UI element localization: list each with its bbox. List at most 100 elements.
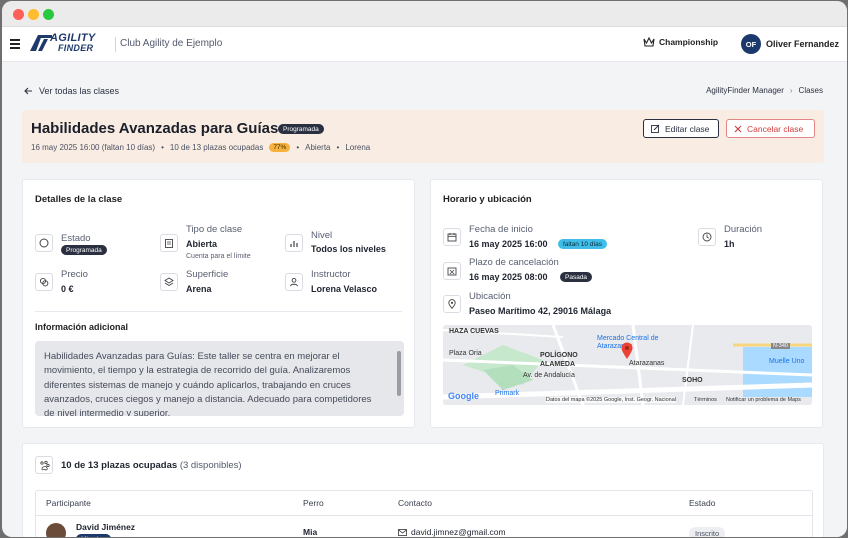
- class-venue: Lorena: [345, 143, 371, 152]
- edit-label: Editar clase: [665, 123, 710, 134]
- map-label-muelle: Muelle Uno: [769, 358, 805, 365]
- clipboard-icon: [160, 234, 178, 252]
- participant-name[interactable]: David Jiménez: [76, 522, 135, 532]
- browser-window: AGILITY FINDER Club Agility de Ejemplo C…: [2, 1, 847, 537]
- class-details-card: Detalles de la clase Estado Programada T…: [22, 179, 415, 428]
- divider: [35, 311, 402, 312]
- breadcrumb-manager[interactable]: AgilityFinder Manager: [706, 86, 784, 95]
- championship-link[interactable]: Championship: [643, 37, 718, 47]
- info-title: Información adicional: [35, 322, 129, 332]
- plazo-value: 16 may 2025 08:00: [469, 272, 548, 282]
- col-estado: Estado: [689, 498, 716, 508]
- nivel-label: Nivel: [311, 230, 333, 241]
- participants-card: 10 de 13 plazas ocupadas (3 disponibles)…: [22, 443, 824, 537]
- calendar-icon: [443, 228, 461, 246]
- duracion-value: 1h: [724, 239, 735, 249]
- participant-avatar: [46, 523, 66, 537]
- calendar-cancel-icon: [443, 262, 461, 280]
- superficie-value: Arena: [186, 284, 212, 294]
- col-participante: Participante: [46, 498, 91, 508]
- participant-status-badge: Inscrito: [689, 527, 726, 537]
- tipo-label: Tipo de clase: [186, 224, 243, 235]
- inicio-label: Fecha de inicio: [469, 224, 533, 235]
- additional-info-textarea[interactable]: Habilidades Avanzadas para Guías: Este t…: [35, 341, 404, 416]
- occupancy-badge: 77%: [269, 143, 291, 152]
- superficie-label: Superficie: [186, 269, 229, 280]
- map-label-primark: Primark: [495, 390, 520, 397]
- nivel-value: Todos los niveles: [311, 244, 386, 254]
- breadcrumb-classes[interactable]: Clases: [799, 86, 823, 95]
- cancel-class-button[interactable]: Cancelar clase: [726, 119, 815, 138]
- bar-chart-icon: [285, 234, 303, 252]
- map-label-alameda: ALAMEDA: [540, 361, 575, 368]
- mail-icon: [398, 528, 407, 536]
- minimize-window-button[interactable]: [28, 9, 39, 20]
- arrow-left-icon: [24, 87, 32, 95]
- col-perro: Perro: [303, 498, 324, 508]
- google-logo: Google: [448, 391, 479, 401]
- ubicacion-value: Paseo Marítimo 42, 29016 Málaga: [469, 306, 612, 316]
- agilityfinder-logo[interactable]: AGILITY FINDER: [30, 33, 112, 53]
- map-label-poligono: POLÍGONO: [540, 352, 578, 359]
- coins-icon: [35, 273, 53, 291]
- participants-summary: 10 de 13 plazas ocupadas (3 disponibles): [61, 460, 242, 471]
- map-label-soho: SOHO: [682, 377, 703, 384]
- schedule-location-card: Horario y ubicación Fecha de inicio 16 m…: [430, 179, 823, 428]
- maximize-window-button[interactable]: [43, 9, 54, 20]
- page-title: Habilidades Avanzadas para Guías: [31, 120, 279, 137]
- participant-dog: Mia: [303, 527, 318, 537]
- instructor-label: Instructor: [311, 269, 351, 280]
- top-navbar: AGILITY FINDER Club Agility de Ejemplo C…: [2, 27, 847, 62]
- plazo-label: Plazo de cancelación: [469, 257, 559, 268]
- scrollbar[interactable]: [397, 351, 401, 396]
- map-report-link[interactable]: Notificar un problema de Maps: [726, 397, 801, 403]
- back-label: Ver todas las clases: [39, 86, 120, 96]
- estado-badge: Programada: [61, 245, 107, 255]
- map-terms-link[interactable]: Términos: [694, 397, 717, 403]
- ubicacion-label: Ubicación: [469, 291, 511, 302]
- club-name: Club Agility de Ejemplo: [120, 38, 223, 49]
- participant-contact[interactable]: david.jimnez@gmail.com: [398, 527, 506, 537]
- clock-icon: [698, 228, 716, 246]
- close-icon: [734, 125, 742, 132]
- back-to-classes-link[interactable]: Ver todas las clases: [24, 86, 119, 96]
- map-label-haza: HAZA CUEVAS: [449, 328, 499, 335]
- user-icon: [285, 273, 303, 291]
- precio-label: Precio: [61, 269, 88, 280]
- schedule-title: Horario y ubicación: [443, 194, 532, 205]
- estado-label: Estado: [61, 233, 91, 244]
- class-header-banner: Habilidades Avanzadas para Guías Program…: [22, 110, 824, 163]
- user-name[interactable]: Oliver Fernandez: [766, 39, 839, 49]
- tipo-sub: Cuenta para el límite: [186, 253, 251, 260]
- breadcrumb: AgilityFinder Manager › Clases: [706, 86, 823, 95]
- logo-mark-icon: [30, 35, 52, 51]
- close-window-button[interactable]: [13, 9, 24, 20]
- user-avatar[interactable]: OF: [741, 34, 761, 54]
- class-date: 16 may 2025 16:00 (faltan 10 días): [31, 143, 156, 152]
- class-spots: 10 de 13 plazas ocupadas: [169, 143, 264, 152]
- table-header-divider: [36, 515, 812, 516]
- circle-icon: [35, 234, 53, 252]
- inicio-value: 16 may 2025 16:00: [469, 239, 548, 249]
- layers-icon: [160, 273, 178, 291]
- col-contacto: Contacto: [398, 498, 433, 508]
- menu-icon[interactable]: [10, 39, 20, 52]
- participant-role-badge: Miembro: [76, 534, 112, 537]
- crown-icon: [643, 37, 655, 47]
- instructor-value: Lorena Velasco: [311, 284, 378, 294]
- map-label-oria: Plaza Oria: [449, 350, 482, 357]
- map-road-badge: N-340: [771, 343, 790, 349]
- class-visibility: Abierta: [305, 143, 331, 152]
- details-title: Detalles de la clase: [35, 194, 123, 205]
- edit-icon: [651, 124, 660, 133]
- map-marker-icon: [621, 342, 633, 359]
- location-map[interactable]: HAZA CUEVAS POLÍGONO ALAMEDA Mercado Cen…: [443, 325, 812, 405]
- window-chrome: [2, 1, 847, 27]
- map-pin-icon: [443, 295, 461, 313]
- divider: [115, 37, 116, 52]
- edit-class-button[interactable]: Editar clase: [643, 119, 719, 138]
- paw-icon: [35, 456, 53, 474]
- status-badge: Programada: [278, 124, 324, 134]
- info-text: Habilidades Avanzadas para Guías: Este t…: [44, 351, 372, 416]
- map-label-mercado: Mercado Central de: [597, 335, 659, 342]
